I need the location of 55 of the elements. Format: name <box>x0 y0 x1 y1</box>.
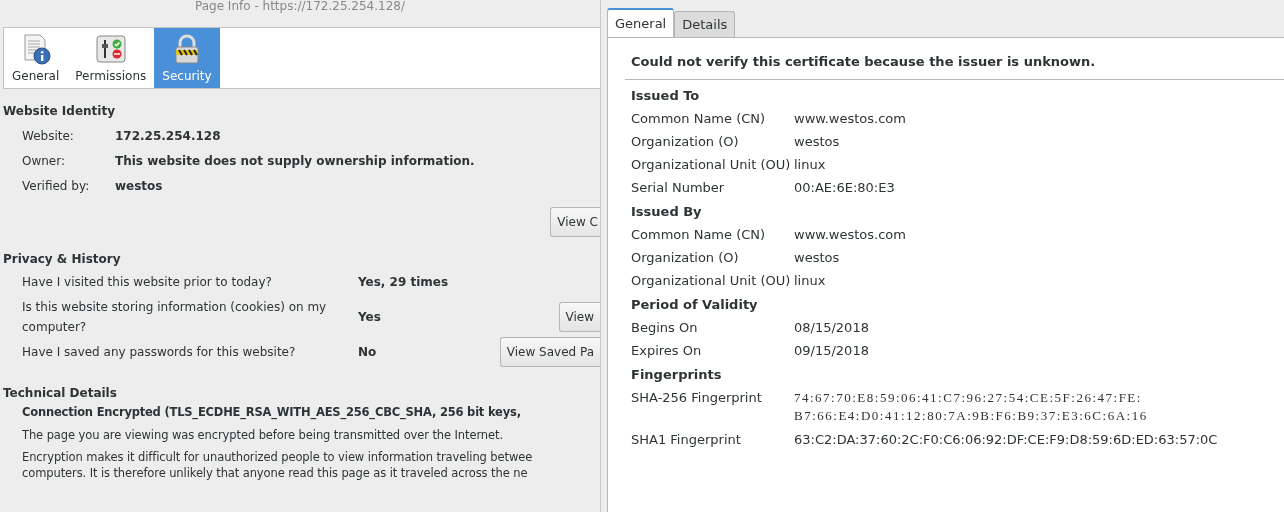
field-label: SHA1 Fingerprint <box>631 431 742 448</box>
section-heading: Issued By <box>631 203 703 220</box>
field-value: 00:AE:6E:80:E3 <box>794 179 895 196</box>
field-label: Organizational Unit (OU) <box>631 272 792 289</box>
section-heading: Website Identity <box>3 103 116 119</box>
warning-message: Could not verify this certificate because the issuer is unknown. <box>625 38 1284 80</box>
privacy-question: Have I visited this website prior to today? <box>22 274 273 291</box>
section-heading: Privacy & History <box>3 251 122 267</box>
description-text: The page you are viewing was encrypted before being transmitted over the Internet. <box>22 428 504 442</box>
field-value: This website does not supply ownership information. <box>115 153 475 169</box>
field-label: SHA-256 Fingerprint <box>631 389 763 407</box>
privacy-answer: Yes, 29 times <box>358 275 449 289</box>
toolbar-tab[interactable]: Permissions <box>67 28 155 88</box>
field-value: 09/15/2018 <box>794 342 869 359</box>
section-heading: Issued To <box>631 87 701 104</box>
section-heading: Technical Details <box>3 385 118 401</box>
section-heading: Period of Validity <box>631 296 759 313</box>
field-value: linux <box>794 156 826 173</box>
privacy-question: Have I saved any passwords for this website? <box>22 344 297 361</box>
field-label: Organization (O) <box>631 133 740 150</box>
field-value: westos <box>794 249 840 266</box>
field-value: linux <box>794 272 826 289</box>
toolbar-tab[interactable]: General <box>4 28 68 88</box>
field-label: Expires On <box>631 342 703 359</box>
field-value: 172.25.254.128 <box>115 128 221 144</box>
field-value: westos <box>794 133 840 150</box>
field-value: www.westos.com <box>794 226 906 243</box>
description-text: computers. It is therefore unlikely that anyone read this page as it traveled across the ne <box>22 466 529 480</box>
tab[interactable]: General <box>607 8 675 37</box>
field-value: 63:C2:DA:37:60:2C:F0:C6:06:92:DF:CE:F9:D8:59:6D:ED:63:57:0C <box>794 431 1218 448</box>
field-label: Organization (O) <box>631 249 740 266</box>
field-label: Common Name (CN) <box>631 110 767 127</box>
field-label: Begins On <box>631 319 699 336</box>
field-label: Common Name (CN) <box>631 226 767 243</box>
view-button[interactable]: View Saved Pa <box>499 337 600 367</box>
section-heading: Fingerprints <box>631 366 723 383</box>
field-label: Verified by: <box>22 178 91 194</box>
description-text: Encryption makes it difficult for unauthorized people to view information traveling betwee <box>22 450 534 464</box>
privacy-answer: No <box>358 345 377 359</box>
view-certificate-button[interactable]: View C <box>550 207 600 237</box>
field-value: 74:67:70:E8:59:06:41:C7:96:27:54:CE:5F:26:47:FE: B7:66:E4:D0:41:12:80:7A:9B:F6:B9:37:E3:6C:6A:16 <box>794 389 1148 425</box>
privacy-question: Is this website storing information (cookies) on my computer? <box>22 299 328 336</box>
field-value: westos <box>115 178 163 194</box>
tab[interactable]: Details <box>674 11 736 37</box>
privacy-answer: Yes <box>358 310 381 324</box>
view-button[interactable]: View <box>558 302 600 332</box>
window-title: Page Info - https://172.25.254.128/ <box>195 0 405 13</box>
field-label: Website: <box>22 128 75 144</box>
field-label: Owner: <box>22 153 66 169</box>
permission-switches-icon <box>94 33 127 65</box>
field-label: Organizational Unit (OU) <box>631 156 792 173</box>
field-value: 08/15/2018 <box>794 319 869 336</box>
field-label: Serial Number <box>631 179 726 196</box>
connection-status: Connection Encrypted (TLS_ECDHE_RSA_WITH_AES_256_CBC_SHA, 256 bit keys, <box>22 405 522 419</box>
field-value: www.westos.com <box>794 110 906 127</box>
